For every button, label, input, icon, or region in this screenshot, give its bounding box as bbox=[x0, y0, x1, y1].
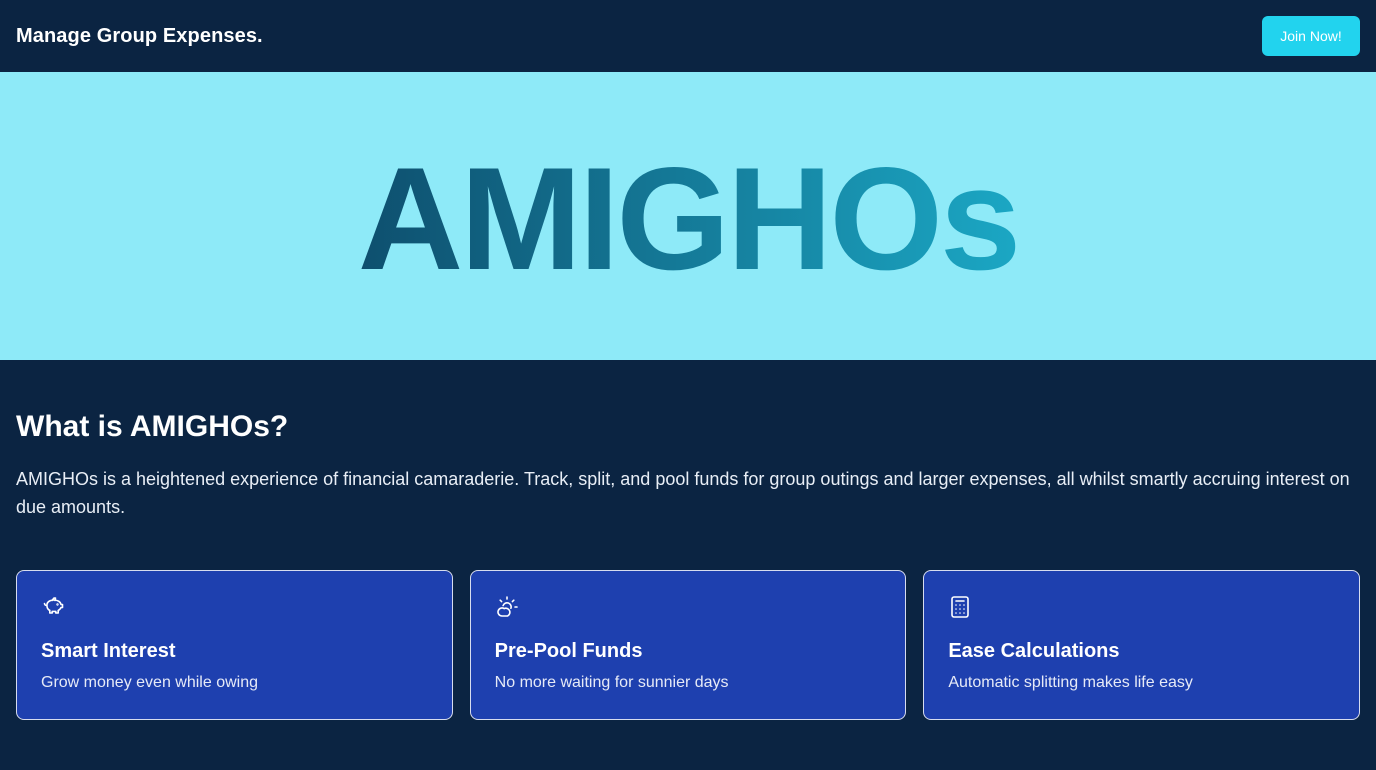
about-section: What is AMIGHOs? AMIGHOs is a heightened… bbox=[0, 360, 1376, 521]
feature-description: No more waiting for sunnier days bbox=[494, 674, 729, 691]
feature-card-smart-interest: Smart Interest Grow money even while owi… bbox=[16, 570, 453, 720]
hero-brand-logo: AMIGHOs bbox=[358, 137, 1021, 300]
hero-brand-text: AMIGHOs bbox=[358, 137, 1018, 300]
feature-title: Smart Interest bbox=[41, 640, 176, 662]
piggy-bank-icon bbox=[43, 597, 64, 614]
feature-card-pre-pool-funds: Pre-Pool Funds No more waiting for sunni… bbox=[469, 570, 907, 720]
features-row: Smart Interest Grow money even while owi… bbox=[0, 570, 1376, 720]
hero-banner: AMIGHOs bbox=[0, 72, 1376, 360]
site-tagline: Manage Group Expenses. bbox=[16, 24, 263, 47]
feature-description: Automatic splitting makes life easy bbox=[948, 674, 1193, 691]
top-nav: Manage Group Expenses. Join Now! bbox=[0, 0, 1376, 72]
sun-cloud-icon bbox=[496, 596, 518, 617]
about-description: AMIGHOs is a heightened experience of fi… bbox=[16, 469, 1350, 517]
feature-card-ease-calculations: Ease Calculations Automatic splitting ma… bbox=[923, 570, 1361, 720]
feature-title: Ease Calculations bbox=[948, 640, 1120, 662]
about-heading: What is AMIGHOs? bbox=[16, 410, 289, 443]
join-now-button[interactable]: Join Now! bbox=[1262, 16, 1360, 56]
feature-title: Pre-Pool Funds bbox=[494, 640, 643, 662]
feature-description: Grow money even while owing bbox=[41, 674, 258, 691]
calculator-icon bbox=[951, 596, 970, 618]
